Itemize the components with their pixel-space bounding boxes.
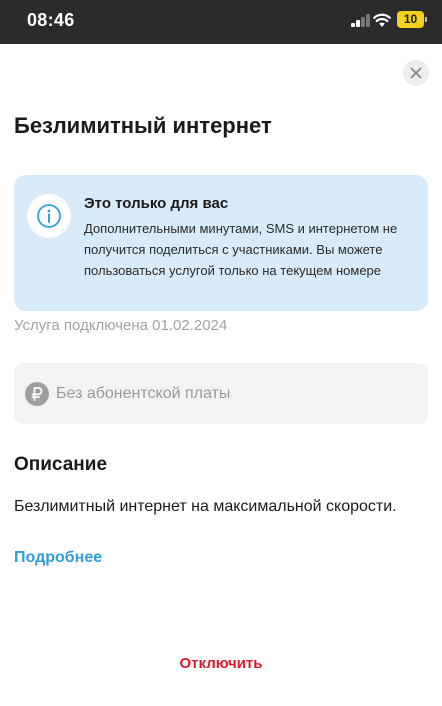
status-time: 08:46	[27, 10, 75, 30]
description-heading: Описание	[14, 454, 108, 475]
status-bar: 08:46 10	[0, 0, 442, 44]
service-status: Услуга подключена 01.02.2024	[14, 317, 228, 334]
battery-icon: 10	[397, 11, 427, 28]
fee-label: Без абонентской платы	[56, 385, 231, 402]
description-text: Безлимитный интернет на максимальной ско…	[14, 498, 397, 515]
info-icon	[27, 194, 71, 238]
signal-icon	[351, 14, 371, 27]
disable-button[interactable]: Отключить	[0, 655, 442, 672]
fee-card: Без абонентской платы	[14, 363, 428, 424]
ruble-icon	[25, 382, 49, 406]
page-title: Безлимитный интернет	[14, 113, 272, 138]
info-card-title: Это только для вас	[84, 195, 229, 212]
info-card-text: Дополнительными минутами, SMS и интернет…	[84, 221, 398, 278]
close-button[interactable]	[403, 60, 429, 86]
info-card: Это только для вас Дополнительными минут…	[14, 175, 428, 311]
wifi-icon	[373, 13, 391, 27]
close-icon	[410, 67, 422, 79]
more-link[interactable]: Подробнее	[14, 549, 102, 567]
